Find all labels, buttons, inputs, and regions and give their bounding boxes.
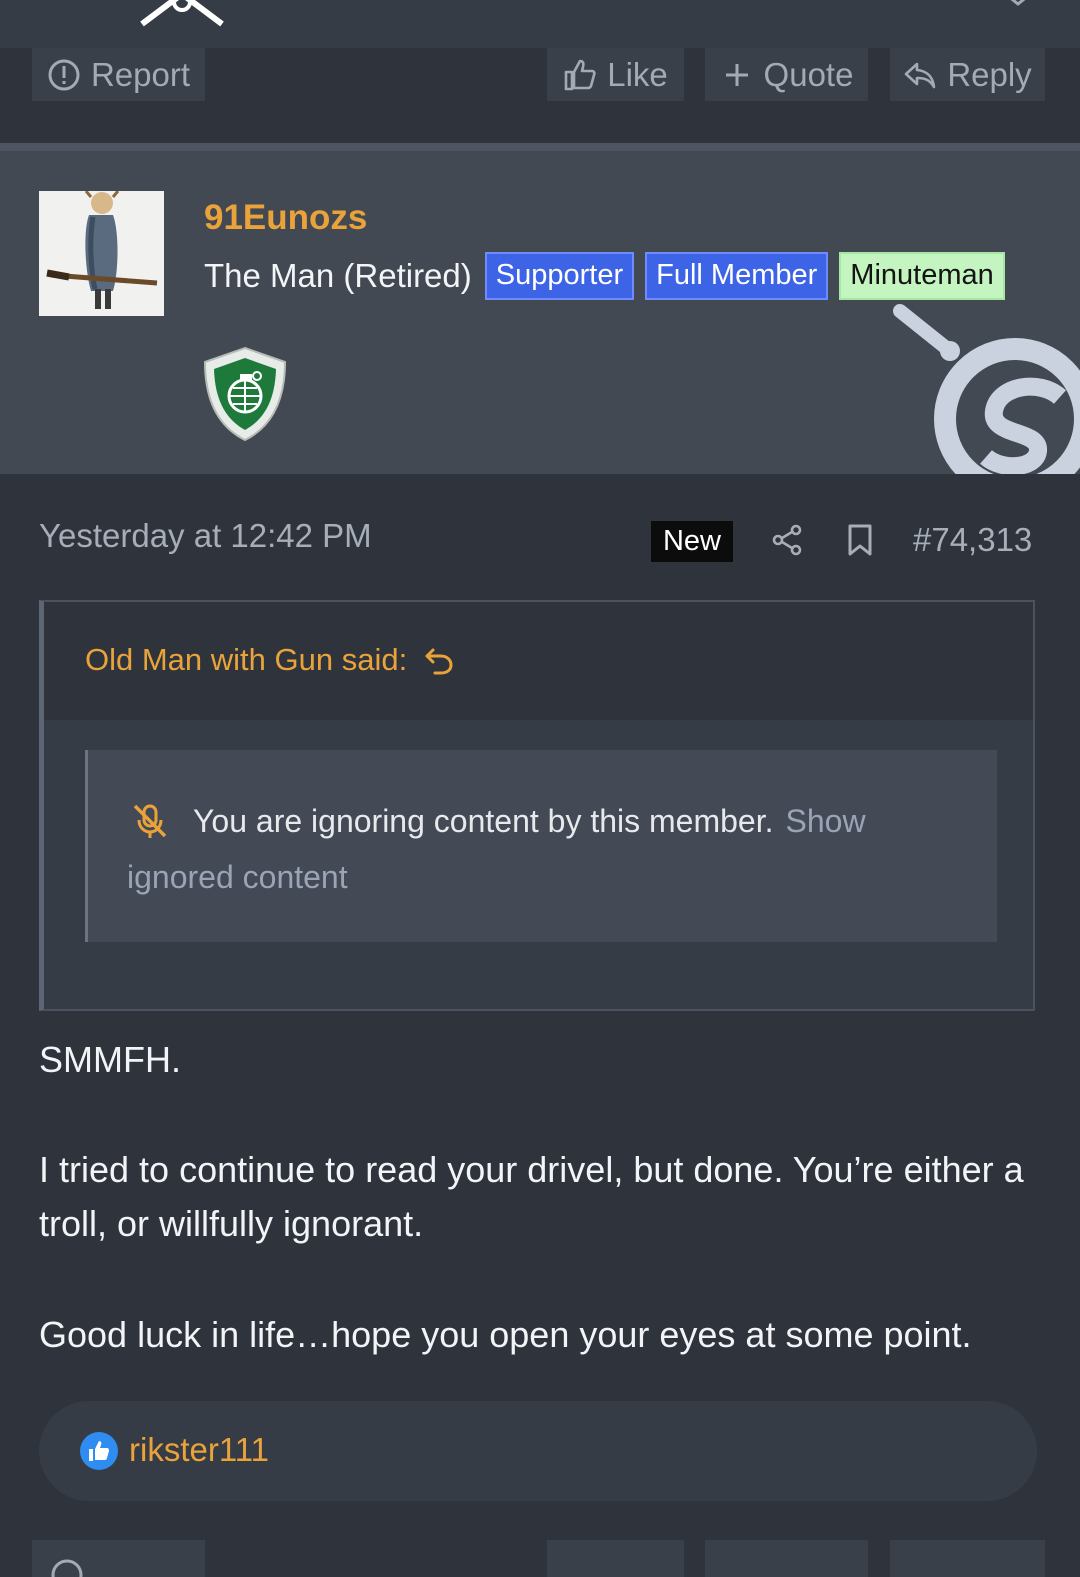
previous-post-actions: Report Like Quote Reply <box>0 48 1080 143</box>
user-title: The Man (Retired) <box>204 256 472 294</box>
post-meta: Yesterday at 12:42 PM New #74,313 <box>0 474 1080 600</box>
ignored-content-box: You are ignoring content by this member.… <box>85 750 997 942</box>
grenade-shield-icon <box>203 346 287 442</box>
reply-label: Reply <box>947 55 1032 93</box>
muted-microphone-icon <box>133 804 167 838</box>
quote-author-text: Old Man with Gun said: <box>85 642 408 677</box>
ignored-notice: You are ignoring content by this member.… <box>131 802 866 840</box>
user-title-row: The Man (Retired) Supporter Full Member … <box>204 252 1005 300</box>
reactions-bar[interactable]: rikster111 <box>39 1401 1037 1501</box>
username[interactable]: 91Eunozs <box>204 198 367 238</box>
quote-button[interactable]: Quote <box>705 48 868 101</box>
badge-full-member: Full Member <box>645 252 829 300</box>
badge-supporter: Supporter <box>484 252 635 300</box>
user-info: 91Eunozs The Man (Retired) Supporter Ful… <box>0 151 1080 474</box>
like-label: Like <box>607 55 668 93</box>
post-number[interactable]: #74,313 <box>913 521 1032 559</box>
next-like-button[interactable] <box>547 1540 684 1577</box>
plus-icon <box>725 63 748 86</box>
new-badge: New <box>651 521 733 562</box>
thumbs-up-icon <box>564 59 596 90</box>
report-button[interactable]: Report <box>32 48 205 101</box>
quote-header: Old Man with Gun said: <box>44 602 1033 720</box>
quote-label: Quote <box>763 55 854 93</box>
go-to-quote-icon[interactable] <box>423 644 455 676</box>
reply-button[interactable]: Reply <box>890 48 1045 101</box>
like-icon <box>80 1432 118 1470</box>
next-post-actions <box>0 1540 1080 1577</box>
reply-icon <box>905 62 936 88</box>
avatar-figure-image <box>39 191 164 316</box>
badge-minuteman: Minuteman <box>839 252 1005 300</box>
show-ignored-link-continued[interactable]: ignored content <box>127 859 348 896</box>
quote-author[interactable]: Old Man with Gun said: <box>85 642 455 678</box>
report-label: Report <box>90 55 191 93</box>
ignored-text: You are ignoring content by this member. <box>193 802 774 839</box>
post-paragraph: SMMFH. <box>39 1039 181 1080</box>
quote-block: Old Man with Gun said: You are ignoring … <box>39 600 1035 1011</box>
post-paragraph: I tried to continue to read your drivel,… <box>39 1149 1024 1244</box>
crossed-rifles-icon <box>140 0 224 27</box>
previous-post-header <box>0 0 1080 48</box>
next-report-button[interactable] <box>32 1540 205 1577</box>
report-icon <box>51 1559 83 1577</box>
share-icon[interactable] <box>770 522 806 558</box>
post-date[interactable]: Yesterday at 12:42 PM <box>39 517 372 555</box>
reaction-user[interactable]: rikster111 <box>129 1431 269 1469</box>
like-button[interactable]: Like <box>547 48 684 101</box>
avatar[interactable] <box>39 191 164 316</box>
post-paragraph: Good luck in life…hope you open your eye… <box>39 1314 972 1355</box>
next-quote-button[interactable] <box>705 1540 868 1577</box>
show-ignored-link[interactable]: Show <box>786 803 866 840</box>
report-icon <box>48 59 80 90</box>
next-reply-button[interactable] <box>890 1540 1045 1577</box>
watermark-logo-icon <box>893 304 1080 474</box>
chevron-down-icon[interactable] <box>1006 0 1030 8</box>
bookmark-icon[interactable] <box>842 522 878 558</box>
post-divider <box>0 143 1080 151</box>
